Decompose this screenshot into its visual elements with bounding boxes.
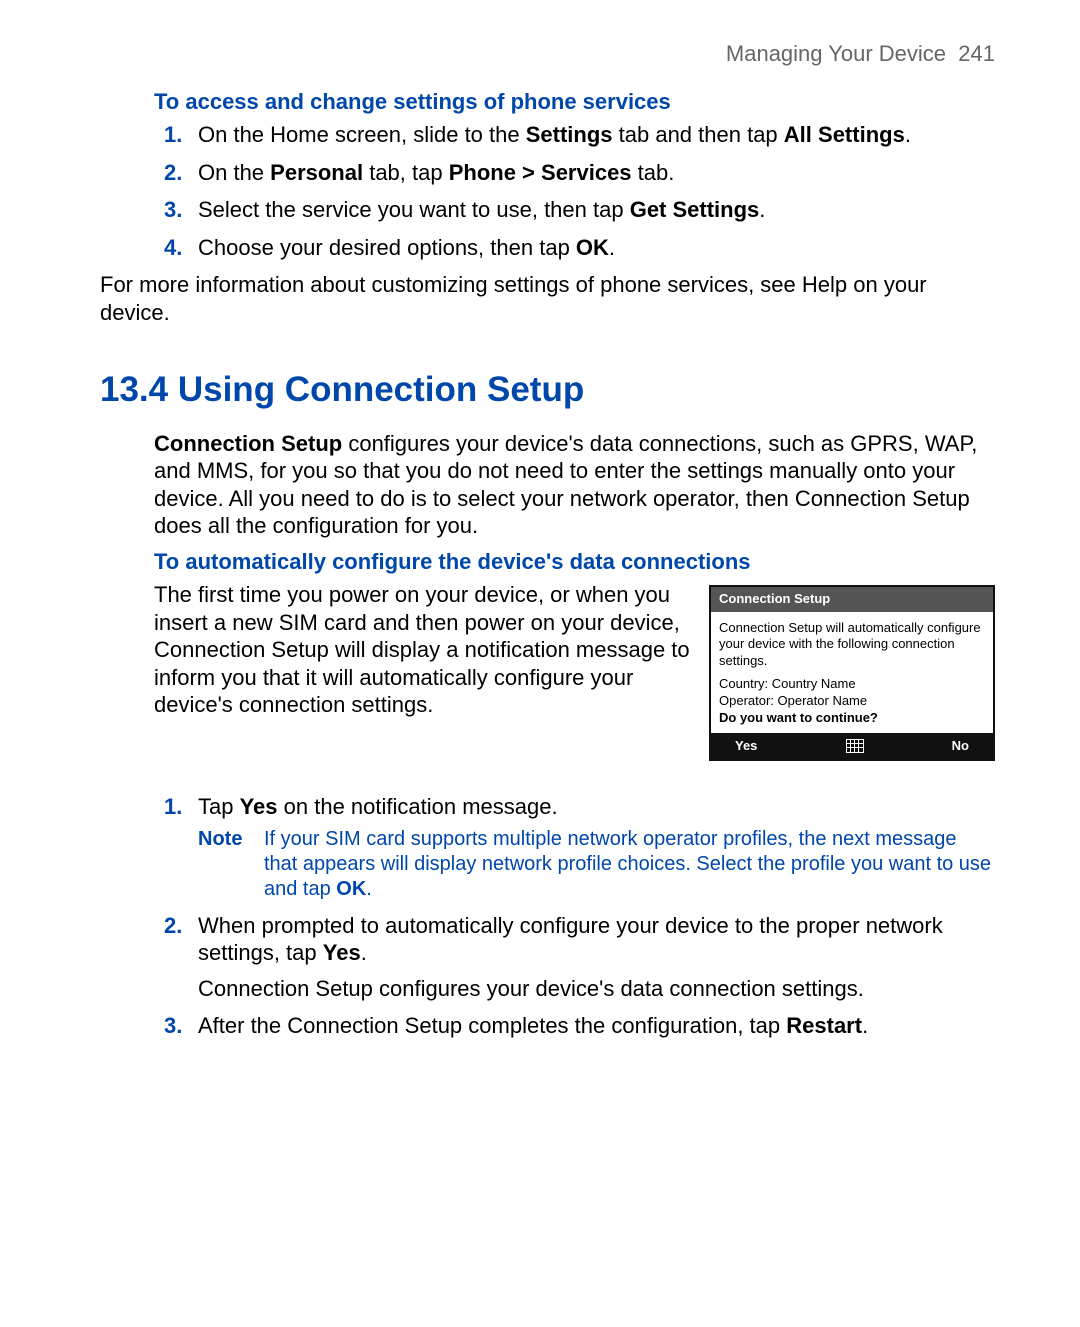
subheading-auto-configure: To automatically configure the device's … [154, 548, 995, 576]
connection-setup-dialog: Connection Setup Connection Setup will a… [709, 585, 995, 761]
step-1: 1. Tap Yes on the notification message. … [194, 793, 995, 902]
note-text: If your SIM card supports multiple netwo… [264, 827, 995, 902]
wrap-block: Connection Setup Connection Setup will a… [154, 581, 995, 769]
dialog-operator: Operator: Operator Name [719, 693, 985, 710]
step-2-after: Connection Setup configures your device'… [198, 976, 864, 1001]
no-button[interactable]: No [952, 738, 969, 754]
page-number: 241 [958, 41, 995, 66]
step-number: 2. [164, 159, 182, 187]
dialog-buttons: Yes No [711, 733, 993, 759]
step-number: 1. [164, 121, 182, 149]
step-number: 4. [164, 234, 182, 262]
subheading-access-settings: To access and change settings of phone s… [154, 88, 995, 116]
step-4: 4.Choose your desired options, then tap … [194, 234, 995, 262]
para-more-info: For more information about customizing s… [100, 271, 995, 326]
dialog-country: Country: Country Name [719, 676, 985, 693]
dialog-title: Connection Setup [711, 587, 993, 611]
step-3: 3. After the Connection Setup completes … [194, 1012, 995, 1040]
heading-13-4: 13.4 Using Connection Setup [100, 368, 995, 412]
dialog-line: Connection Setup will automatically conf… [719, 620, 985, 671]
step-1: 1.On the Home screen, slide to the Setti… [194, 121, 995, 149]
keyboard-icon[interactable] [846, 739, 864, 753]
para-connection-intro: Connection Setup configures your device'… [154, 430, 995, 540]
page-header: Managing Your Device 241 [100, 40, 995, 68]
dialog-continue: Do you want to continue? [719, 710, 878, 725]
step-number: 1. [164, 793, 182, 821]
step-3: 3.Select the service you want to use, th… [194, 196, 995, 224]
step-number: 3. [164, 1012, 182, 1040]
step-2: 2.On the Personal tab, tap Phone > Servi… [194, 159, 995, 187]
note-block: Note If your SIM card supports multiple … [198, 827, 995, 902]
step-2: 2. When prompted to automatically config… [194, 912, 995, 1003]
steps-auto-configure: 1. Tap Yes on the notification message. … [154, 793, 995, 1040]
yes-button[interactable]: Yes [735, 738, 757, 754]
steps-access-settings: 1.On the Home screen, slide to the Setti… [154, 121, 995, 261]
note-label: Note [198, 827, 264, 902]
dialog-body: Connection Setup will automatically conf… [711, 612, 993, 733]
step-number: 3. [164, 196, 182, 224]
step-number: 2. [164, 912, 182, 940]
chapter-title: Managing Your Device [726, 41, 946, 66]
